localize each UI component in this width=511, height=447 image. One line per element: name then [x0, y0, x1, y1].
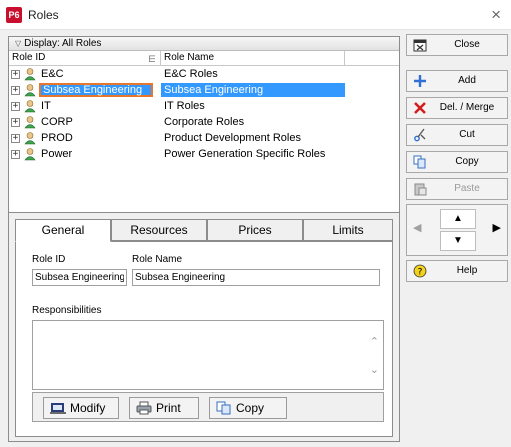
column-header-role-name[interactable]: Role Name [161, 51, 345, 66]
column-filter-icon[interactable]: ⋿ [148, 52, 156, 66]
tab-limits[interactable]: Limits [303, 219, 393, 241]
role-id-cell: E&C [41, 68, 64, 80]
role-person-icon [24, 100, 36, 113]
delete-merge-label: Del. / Merge [439, 102, 495, 113]
help-icon: ? [413, 264, 427, 278]
responsibilities-toolbar: Modify Print Copy [32, 392, 384, 422]
help-label: Help [456, 265, 478, 276]
window-close-icon[interactable]: × [491, 5, 501, 25]
copy-button[interactable]: Copy [406, 151, 508, 173]
move-arrows-pad: ◀ ▲ ▼ ▶ [406, 204, 508, 256]
expand-icon[interactable]: + [11, 86, 20, 95]
role-id-cell: Subsea Engineering [39, 83, 153, 97]
role-name-cell: Subsea Engineering [161, 83, 345, 97]
copy-text-label: Copy [236, 401, 265, 415]
role-person-icon [24, 84, 36, 97]
tab-general[interactable]: General [15, 219, 111, 242]
close-window-icon [413, 39, 427, 52]
table-row[interactable]: + Power Power Generation Specific Roles [9, 146, 399, 162]
paste-icon [414, 183, 427, 196]
add-button[interactable]: Add [406, 70, 508, 92]
cut-label: Cut [459, 129, 475, 140]
column-label-role-name: Role Name [164, 52, 215, 63]
close-button[interactable]: Close [406, 34, 508, 56]
role-id-cell: PROD [41, 132, 73, 144]
main-area: ▽ Display: All Roles Role ID ⋿ Role Name … [4, 34, 400, 442]
expand-icon[interactable]: + [11, 102, 20, 111]
responsibilities-label: Responsibilities [32, 305, 102, 316]
modify-button[interactable]: Modify [43, 397, 119, 419]
column-header-role-id[interactable]: Role ID ⋿ [9, 51, 161, 66]
roles-list-panel: ▽ Display: All Roles Role ID ⋿ Role Name … [8, 36, 400, 240]
delete-merge-button[interactable]: Del. / Merge [406, 97, 508, 119]
tab-resources[interactable]: Resources [111, 219, 207, 241]
role-person-icon [24, 132, 36, 145]
details-tabs: General Resources Prices Limits [15, 219, 393, 242]
table-row[interactable]: + IT IT Roles [9, 98, 399, 114]
command-buttons-panel: Close Add Del. / Merge Cut Copy Paste ◀ … [404, 30, 511, 447]
display-filter-bar[interactable]: ▽ Display: All Roles [9, 37, 399, 51]
close-label: Close [454, 39, 480, 50]
print-button[interactable]: Print [129, 397, 199, 419]
role-id-cell: CORP [41, 116, 73, 128]
move-right-arrow-icon[interactable]: ▶ [493, 221, 501, 234]
cut-button[interactable]: Cut [406, 124, 508, 146]
copy-text-button[interactable]: Copy [209, 397, 287, 419]
role-details-panel: General Resources Prices Limits Role ID … [8, 212, 400, 442]
modify-label: Modify [70, 401, 106, 415]
chevron-down-icon: ▽ [15, 39, 22, 48]
add-label: Add [458, 75, 476, 86]
column-label-role-id: Role ID [12, 52, 46, 63]
role-name-cell: Power Generation Specific Roles [164, 148, 326, 160]
help-button[interactable]: ? Help [406, 260, 508, 282]
copy-icon [413, 155, 426, 169]
scissors-icon [414, 128, 426, 142]
role-person-icon [24, 148, 36, 161]
move-down-arrow-icon[interactable]: ▼ [440, 231, 476, 251]
paste-button[interactable]: Paste [406, 178, 508, 200]
role-name-cell: E&C Roles [164, 68, 218, 80]
role-id-field[interactable] [32, 269, 127, 286]
role-name-cell: IT Roles [164, 100, 205, 112]
expand-icon[interactable]: + [11, 70, 20, 79]
general-tab-body: Role ID Role Name Responsibilities ⌃ ⌄ M… [15, 241, 393, 437]
printer-icon [136, 401, 152, 415]
tab-prices[interactable]: Prices [207, 219, 303, 241]
copy-icon [216, 401, 231, 415]
expand-icon[interactable]: + [11, 150, 20, 159]
svg-text:?: ? [418, 268, 423, 278]
scroll-down-icon[interactable]: ⌄ [370, 363, 379, 376]
table-row[interactable]: + E&C E&C Roles [9, 66, 399, 82]
role-name-field[interactable] [132, 269, 380, 286]
expand-icon[interactable]: + [11, 118, 20, 127]
title-bar: P6 Roles × [0, 0, 511, 30]
role-name-cell: Product Development Roles [164, 132, 301, 144]
p6-app-icon: P6 [6, 7, 22, 23]
display-label: Display: All Roles [24, 38, 102, 49]
role-person-icon [24, 116, 36, 129]
move-up-arrow-icon[interactable]: ▲ [440, 209, 476, 229]
table-row[interactable]: + PROD Product Development Roles [9, 130, 399, 146]
role-id-cell: Power [41, 148, 73, 160]
modify-icon [50, 403, 66, 414]
delete-x-icon [414, 102, 426, 114]
paste-label: Paste [454, 183, 480, 194]
responsibilities-textarea[interactable]: ⌃ ⌄ [32, 320, 384, 390]
window-title: Roles [28, 8, 59, 22]
copy-label: Copy [455, 156, 479, 167]
table-row-selected[interactable]: + Subsea Engineering Subsea Engineering [9, 82, 399, 98]
role-name-label: Role Name [132, 254, 183, 265]
role-name-cell: Corporate Roles [164, 116, 245, 128]
add-plus-icon [414, 75, 426, 87]
scroll-up-icon[interactable]: ⌃ [370, 335, 379, 348]
print-label: Print [156, 401, 181, 415]
column-header-row: Role ID ⋿ Role Name [9, 51, 399, 66]
expand-icon[interactable]: + [11, 134, 20, 143]
role-person-icon [24, 68, 36, 81]
move-left-arrow-icon[interactable]: ◀ [413, 221, 421, 234]
role-id-cell: IT [41, 100, 51, 112]
role-id-label: Role ID [32, 254, 66, 265]
table-row[interactable]: + CORP Corporate Roles [9, 114, 399, 130]
